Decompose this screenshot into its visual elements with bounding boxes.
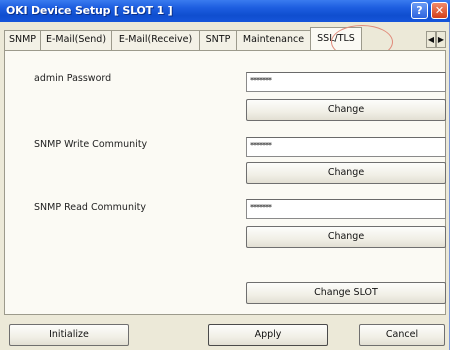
cancel-button[interactable]: Cancel — [359, 324, 445, 346]
admin-password-change-button[interactable]: Change — [246, 99, 446, 121]
snmp-write-community-field[interactable]: ******* — [246, 137, 446, 157]
tab-sntp[interactable]: SNTP — [199, 30, 237, 50]
snmp-read-community-change-button[interactable]: Change — [246, 226, 446, 248]
tab-strip: SNMP E-Mail(Send) E-Mail(Receive) SNTP M… — [4, 27, 446, 51]
title-bar[interactable]: OKI Device Setup [ SLOT 1 ] ? ✕ — [0, 0, 450, 22]
tab-scroll-control: ◀ ▶ — [426, 31, 446, 48]
snmp-read-community-label: SNMP Read Community — [34, 202, 146, 213]
snmp-write-community-label: SNMP Write Community — [34, 139, 148, 150]
change-slot-button[interactable]: Change SLOT — [246, 282, 446, 304]
window-title: OKI Device Setup [ SLOT 1 ] — [6, 4, 173, 17]
ssl-tls-panel: admin Password ******* Change SNMP Write… — [4, 50, 446, 315]
apply-button[interactable]: Apply — [208, 324, 328, 346]
initialize-button[interactable]: Initialize — [9, 324, 129, 346]
tab-ssl-tls[interactable]: SSL/TLS — [310, 27, 362, 51]
tab-email-receive[interactable]: E-Mail(Receive) — [111, 30, 200, 50]
tab-email-send[interactable]: E-Mail(Send) — [40, 30, 112, 50]
tab-maintenance[interactable]: Maintenance — [236, 30, 311, 50]
admin-password-field[interactable]: ******* — [246, 72, 446, 92]
tab-scroll-right-icon[interactable]: ▶ — [436, 31, 446, 48]
close-button[interactable]: ✕ — [431, 2, 448, 19]
dialog-window: OKI Device Setup [ SLOT 1 ] ? ✕ SNMP E-M… — [0, 0, 450, 350]
snmp-read-community-field[interactable]: ******* — [246, 199, 446, 219]
tab-snmp[interactable]: SNMP — [4, 30, 41, 50]
admin-password-label: admin Password — [34, 73, 112, 84]
snmp-write-community-change-button[interactable]: Change — [246, 162, 446, 184]
help-button[interactable]: ? — [411, 2, 428, 19]
tab-scroll-left-icon[interactable]: ◀ — [426, 31, 436, 48]
